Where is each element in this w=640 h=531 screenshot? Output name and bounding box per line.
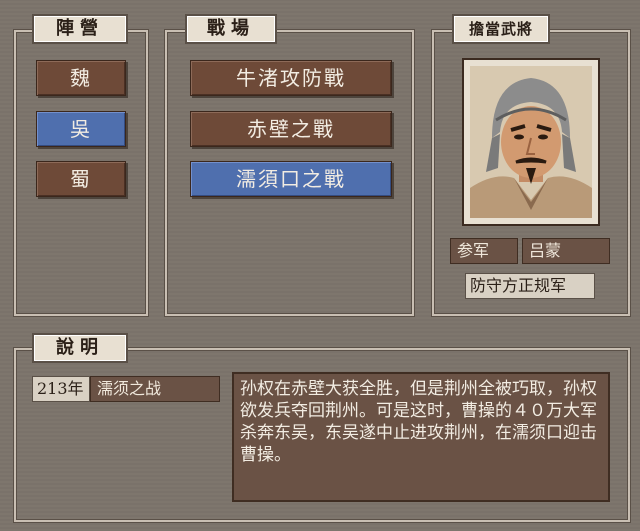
general-portrait bbox=[462, 58, 600, 226]
battlefield-panel-title: 戰場 bbox=[185, 14, 277, 44]
faction-button-shu[interactable]: 蜀 bbox=[36, 161, 126, 197]
general-portrait-image bbox=[470, 66, 592, 218]
general-panel-title: 擔當武將 bbox=[452, 14, 550, 44]
battle-button-niuzhu[interactable]: 牛渚攻防戰 bbox=[190, 60, 392, 96]
general-rank-field: 参军 bbox=[450, 238, 518, 264]
faction-button-wu[interactable]: 吳 bbox=[36, 111, 126, 147]
info-battle-name-field: 濡须之战 bbox=[90, 376, 220, 402]
faction-button-wei[interactable]: 魏 bbox=[36, 60, 126, 96]
faction-panel-title: 陣營 bbox=[32, 14, 128, 44]
battle-button-ruxukou[interactable]: 濡須口之戰 bbox=[190, 161, 392, 197]
info-description: 孙权在赤壁大获全胜，但是荆州全被巧取，孙权欲发兵夺回荆州。可是这时，曹操的４０万… bbox=[232, 372, 610, 502]
general-name-field: 吕蒙 bbox=[522, 238, 610, 264]
general-unit-field: 防守方正规军 bbox=[465, 273, 595, 299]
info-year-field: 213年 bbox=[32, 376, 90, 402]
battle-button-chibi[interactable]: 赤壁之戰 bbox=[190, 111, 392, 147]
info-panel-title: 說明 bbox=[32, 333, 128, 363]
